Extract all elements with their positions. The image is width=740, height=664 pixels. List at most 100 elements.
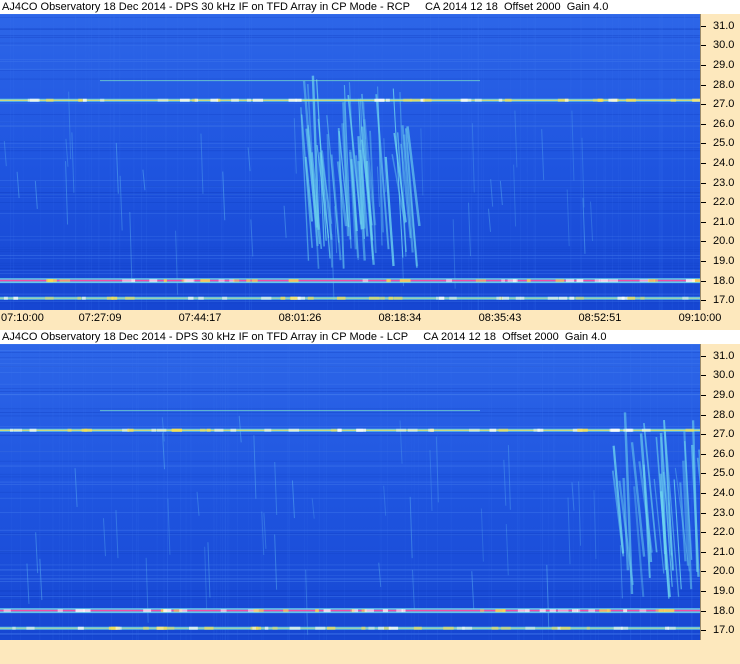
band-speckle — [57, 609, 63, 613]
band-speckle — [84, 428, 88, 432]
band-speckle — [641, 428, 651, 432]
band-speckle — [607, 609, 611, 613]
x-tick-label: 07:27:09 — [78, 312, 122, 324]
band-speckle — [670, 98, 677, 102]
band-speckle — [295, 98, 302, 102]
band-speckle — [658, 609, 664, 613]
band-speckle — [82, 98, 87, 102]
band-speckle — [475, 279, 487, 283]
band-speckle — [388, 626, 399, 630]
y-tick-label: 19.0 — [701, 255, 740, 267]
faint-streak — [566, 189, 570, 247]
y-tick-label: 22.0 — [701, 526, 740, 538]
faint-streak — [263, 513, 267, 549]
faint-streak — [16, 171, 20, 198]
lcp-panel: AJ4CO Observatory 18 Dec 2014 - DPS 30 k… — [0, 330, 740, 664]
band-speckle — [230, 428, 237, 432]
band-speckle — [78, 98, 83, 102]
band-speckle — [143, 609, 152, 613]
band-speckle — [648, 279, 656, 283]
band-speckle — [218, 279, 225, 283]
band-speckle — [547, 296, 559, 300]
band-speckle — [163, 279, 167, 283]
band-speckle — [350, 609, 355, 613]
band-speckle — [469, 428, 480, 432]
band-speckle — [627, 296, 636, 300]
band-speckle — [501, 279, 505, 283]
y-tick-label: 20.0 — [701, 235, 740, 247]
faint-streak — [65, 138, 69, 167]
band-speckle — [565, 279, 575, 283]
band-speckle — [272, 626, 278, 630]
band-speckle — [385, 98, 390, 102]
band-speckle — [297, 296, 306, 300]
band-speckle — [577, 428, 588, 432]
band-speckle — [77, 626, 84, 630]
faint-streak — [261, 511, 265, 556]
spectrogram-canvas — [0, 344, 700, 640]
band-speckle — [498, 98, 503, 102]
band-speckle — [47, 279, 57, 283]
band-speckle — [143, 626, 149, 630]
band-speckle — [45, 296, 54, 300]
y-tick-label: 20.0 — [701, 565, 740, 577]
band-speckle — [157, 428, 167, 432]
band-speckle — [204, 626, 214, 630]
band-speckle — [609, 428, 619, 432]
band-speckle — [588, 609, 596, 613]
band-speckle — [246, 279, 251, 283]
band-speckle — [289, 296, 298, 300]
lcp-spectrogram — [0, 344, 700, 640]
faint-streak — [505, 524, 509, 576]
band-speckle — [498, 428, 509, 432]
y-tick-label: 28.0 — [701, 409, 740, 421]
band-speckle — [115, 626, 122, 630]
faint-streak — [311, 498, 315, 519]
band-speckle — [163, 609, 172, 613]
band-speckle — [163, 626, 175, 630]
faint-streak — [119, 175, 123, 231]
x-tick-label: 07:10:00 — [1, 312, 44, 324]
band-speckle — [149, 279, 158, 283]
faint-streak — [471, 123, 475, 193]
band-speckle — [685, 279, 695, 283]
faint-streak — [567, 497, 571, 565]
y-tick-label: 30.0 — [701, 39, 740, 51]
band-speckle — [251, 279, 258, 283]
band-speckle — [374, 98, 385, 102]
x-tick-label: 09:10:00 — [678, 312, 722, 324]
band-speckle — [462, 626, 473, 630]
faint-streak — [507, 445, 511, 510]
band-speckle — [555, 279, 565, 283]
faint-streak — [102, 518, 106, 557]
spectrogram-canvas — [0, 14, 700, 310]
rcp-panel: AJ4CO Observatory 18 Dec 2014 - DPS 30 k… — [0, 0, 740, 313]
band-speckle — [378, 626, 385, 630]
band-speckle — [594, 279, 601, 283]
rcp-time-axis: 07:10:00 07:27:09 07:44:17 08:01:26 08:18:34… — [0, 310, 740, 327]
band-speckle — [13, 296, 19, 300]
y-tick-label: 17.0 — [701, 294, 740, 306]
band-speckle — [576, 279, 584, 283]
band-speckle — [385, 279, 390, 283]
band-speckle — [252, 626, 256, 630]
band-speckle — [446, 279, 452, 283]
band-speckle — [621, 296, 628, 300]
band-speckle — [3, 296, 8, 300]
band-speckle — [122, 279, 133, 283]
band-speckle — [388, 296, 394, 300]
band-speckle — [517, 609, 525, 613]
faint-streak — [115, 142, 119, 194]
band-speckle — [524, 609, 530, 613]
y-tick-label: 29.0 — [701, 389, 740, 401]
band-speckle — [315, 609, 319, 613]
band-speckle — [83, 609, 91, 613]
band-speckle — [435, 296, 445, 300]
rcp-title: AJ4CO Observatory 18 Dec 2014 - DPS 30 k… — [0, 0, 740, 14]
lcp-frequency-axis: 31.0 30.0 29.0 28.0 27.0 26.0 25.0 24.0 23.0 22.0… — [700, 344, 740, 640]
band-speckle — [685, 428, 694, 432]
band-speckle — [337, 428, 343, 432]
x-tick-label: 08:01:26 — [278, 312, 322, 324]
band-speckle — [288, 98, 297, 102]
rcp-frequency-axis: 31.0 30.0 29.0 28.0 27.0 26.0 25.0 24.0 23.0 22.0… — [700, 14, 740, 310]
